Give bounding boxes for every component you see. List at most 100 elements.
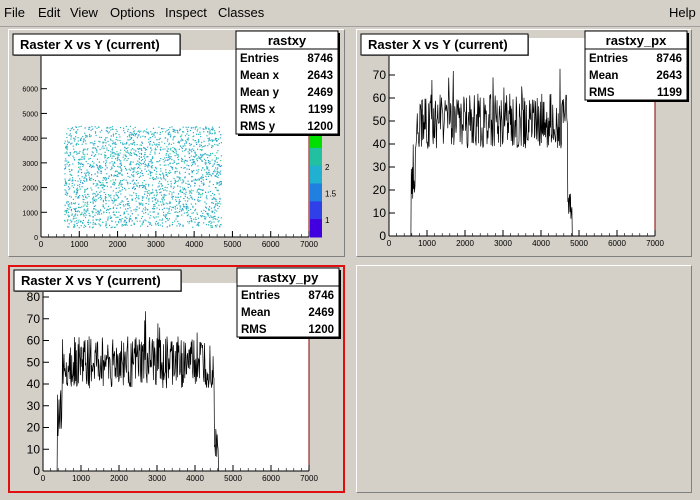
scatter-point: [132, 134, 135, 136]
scatter-point: [172, 162, 174, 164]
scatter-point: [200, 189, 202, 191]
scatter-point: [156, 207, 158, 209]
scatter-point: [68, 189, 70, 191]
y-tick-label: 80: [27, 290, 41, 304]
scatter-point: [165, 202, 167, 204]
scatter-point: [127, 213, 129, 215]
scatter-point: [105, 193, 107, 196]
scatter-point: [106, 147, 108, 149]
scatter-point: [189, 190, 191, 193]
scatter-point: [201, 146, 203, 148]
scatter-point: [191, 197, 193, 199]
pad-empty[interactable]: [356, 265, 692, 493]
scatter-point: [183, 160, 185, 162]
scatter-point: [145, 188, 147, 190]
scatter-point: [178, 202, 180, 204]
scatter-point: [220, 182, 222, 185]
scatter-point: [212, 202, 215, 204]
scatter-point: [134, 167, 136, 169]
pad-rastxy-py[interactable]: 0 1000 2000 3000 4000 5000 6000 7000 0 10 20 30 40 50…: [8, 265, 345, 493]
scatter-point: [84, 140, 87, 142]
scatter-point: [215, 203, 217, 205]
scatter-point: [177, 154, 179, 156]
scatter-point: [75, 131, 77, 134]
colorbar-segment: [310, 183, 322, 202]
scatter-point: [190, 208, 192, 210]
scatter-point: [196, 189, 198, 191]
scatter-point: [100, 172, 102, 174]
scatter-point: [171, 194, 173, 196]
scatter-point: [131, 137, 133, 139]
scatter-point: [186, 209, 188, 211]
menu-file[interactable]: File: [4, 5, 25, 20]
scatter-point: [73, 152, 75, 154]
x-tick-label: 4000: [186, 474, 204, 483]
y-tick-label: 60: [373, 91, 387, 105]
scatter-point: [212, 210, 214, 213]
menu-view[interactable]: View: [70, 5, 98, 20]
scatter-point: [82, 222, 84, 224]
scatter-point: [142, 204, 144, 206]
menu-classes[interactable]: Classes: [218, 5, 264, 20]
scatter-point: [207, 145, 209, 147]
scatter-point: [150, 161, 152, 163]
scatter-point: [157, 222, 159, 224]
stats-value: 2469: [307, 87, 333, 99]
menu-edit[interactable]: Edit: [38, 5, 60, 20]
scatter-point: [167, 154, 169, 156]
scatter-point: [133, 149, 135, 151]
scatter-point: [174, 182, 176, 184]
scatter-point: [161, 198, 163, 200]
scatter-point: [170, 172, 172, 174]
menu-inspect[interactable]: Inspect: [165, 5, 207, 20]
scatter-point: [205, 196, 207, 198]
scatter-point: [69, 152, 71, 154]
scatter-point: [133, 132, 135, 135]
scatter-point: [194, 185, 196, 187]
scatter-point: [151, 197, 153, 199]
scatter-point: [148, 200, 150, 202]
scatter-point: [181, 191, 183, 193]
scatter-point: [211, 226, 213, 228]
scatter-point: [156, 132, 158, 134]
scatter-point: [118, 220, 120, 223]
scatter-point: [119, 152, 121, 154]
scatter-point: [72, 163, 74, 165]
scatter-point: [189, 220, 191, 222]
scatter-point: [83, 138, 85, 140]
scatter-point: [67, 201, 70, 203]
scatter-point: [68, 134, 70, 136]
menu-help[interactable]: Help: [669, 5, 696, 20]
scatter-point: [81, 158, 83, 160]
scatter-point: [166, 150, 168, 152]
scatter-point: [220, 155, 222, 157]
scatter-point: [113, 184, 115, 186]
scatter-point: [84, 216, 87, 218]
scatter-point: [207, 175, 209, 177]
scatter-point: [146, 156, 148, 158]
scatter-point: [210, 226, 212, 229]
scatter-point: [68, 226, 70, 228]
scatter-point: [193, 218, 195, 220]
menu-options[interactable]: Options: [110, 5, 155, 20]
scatter-point: [114, 183, 116, 185]
scatter-point: [210, 215, 212, 217]
scatter-point: [198, 200, 200, 203]
pad-rastxy-px[interactable]: 0 1000 2000 3000 4000 5000 6000 7000 0 10 20 30 40 50…: [356, 29, 692, 257]
scatter-point: [190, 149, 192, 151]
scatter-point: [196, 143, 198, 145]
scatter-point: [78, 166, 80, 168]
scatter-point: [131, 143, 134, 145]
scatter-point: [108, 131, 110, 133]
scatter-point: [71, 180, 73, 182]
scatter-point: [130, 161, 132, 163]
pad-rastxy[interactable]: 1 1.5 2 0 1000 2000 3000 4000 5000 6000 7000 0 1000 2…: [8, 29, 345, 257]
scatter-point: [133, 186, 135, 188]
scatter-point: [116, 159, 118, 162]
scatter-point: [86, 136, 88, 138]
scatter-point: [118, 173, 120, 175]
scatter-point: [149, 222, 151, 224]
scatter-point: [171, 150, 173, 152]
scatter-point: [211, 225, 213, 227]
scatter-point: [118, 203, 120, 205]
